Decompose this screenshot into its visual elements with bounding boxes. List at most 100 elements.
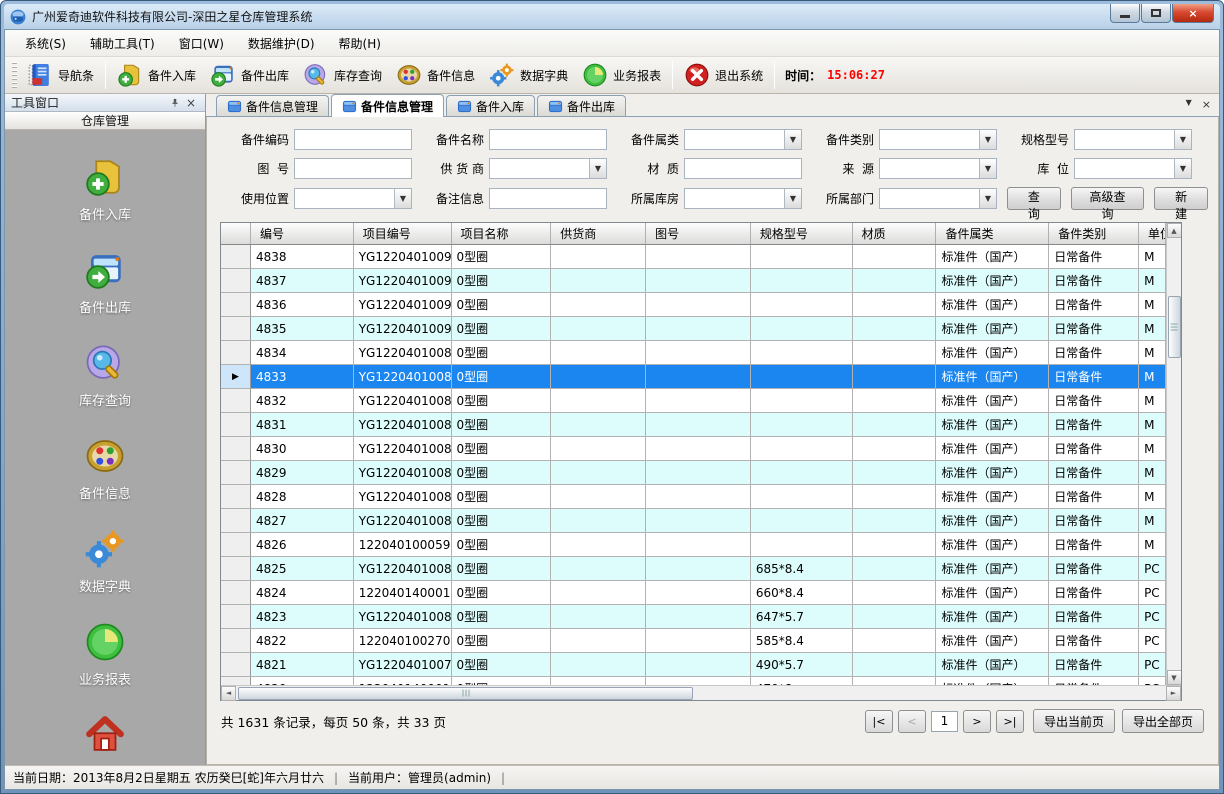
field-dropdown[interactable]: ▼	[879, 188, 997, 209]
column-header-3[interactable]: 供货商	[551, 223, 646, 244]
table-row[interactable]: 4821YG122040100790型圈490*5.7标准件（国产）日常备件PC	[221, 653, 1166, 677]
scroll-right-icon[interactable]: ►	[1166, 686, 1181, 701]
row-header-cell[interactable]	[221, 653, 251, 677]
field-dropdown[interactable]: ▼	[684, 129, 802, 150]
column-header-7[interactable]: 备件属类	[936, 223, 1049, 244]
toolbar-button-parts-outbound[interactable]: 备件出库	[203, 59, 296, 91]
field-dropdown[interactable]: ▼	[684, 188, 802, 209]
sidebar-item-report[interactable]: 业务报表	[79, 621, 131, 688]
tab-menu-chevron-down-icon[interactable]: ▼	[1186, 98, 1192, 111]
toolbar-button-stock-query[interactable]: 库存查询	[296, 59, 389, 91]
row-header-cell[interactable]	[221, 533, 251, 557]
field-dropdown[interactable]: ▼	[294, 188, 412, 209]
sidebar-item-parts-inbound[interactable]: 备件入库	[79, 156, 131, 223]
field-input[interactable]	[294, 158, 412, 179]
table-row[interactable]: 4837YG122040100920型圈标准件（国产）日常备件M	[221, 269, 1166, 293]
vertical-scroll-thumb[interactable]	[1168, 296, 1181, 358]
row-header-cell[interactable]	[221, 341, 251, 365]
tab-close-icon[interactable]: ×	[1202, 98, 1211, 111]
close-button[interactable]: ×	[1172, 4, 1214, 23]
table-row[interactable]: 4835YG122040100900型圈标准件（国产）日常备件M	[221, 317, 1166, 341]
field-dropdown[interactable]: ▼	[1074, 129, 1192, 150]
column-header-8[interactable]: 备件类别	[1049, 223, 1139, 244]
table-row[interactable]: 4836YG122040100910型圈标准件（国产）日常备件M	[221, 293, 1166, 317]
row-header-cell[interactable]	[221, 557, 251, 581]
row-header-cell[interactable]	[221, 317, 251, 341]
chevron-down-icon[interactable]: ▼	[979, 189, 996, 208]
scroll-left-icon[interactable]: ◄	[221, 686, 236, 701]
row-header-cell[interactable]	[221, 389, 251, 413]
sidebar-item-warehouse[interactable]: 库房管理	[79, 714, 131, 765]
row-header-cell[interactable]	[221, 437, 251, 461]
column-header-1[interactable]: 项目编号	[354, 223, 452, 244]
chevron-down-icon[interactable]: ▼	[979, 159, 996, 178]
table-row[interactable]: 4832YG122040100870型圈标准件（国产）日常备件M	[221, 389, 1166, 413]
row-header-cell[interactable]	[221, 245, 251, 269]
scroll-up-icon[interactable]: ▲	[1167, 223, 1182, 238]
maximize-button[interactable]	[1141, 4, 1171, 23]
query-button[interactable]: 查询	[1007, 187, 1061, 210]
table-row[interactable]: 482612204010005990型圈标准件（国产）日常备件M	[221, 533, 1166, 557]
tool-window-close-icon[interactable]: ×	[183, 95, 199, 111]
page-number-input[interactable]	[931, 711, 958, 732]
row-header-cell[interactable]	[221, 413, 251, 437]
row-header-cell[interactable]	[221, 509, 251, 533]
tab-2[interactable]: 备件入库	[446, 95, 535, 116]
table-row[interactable]: 4823YG122040100800型圈647*5.7标准件（国产）日常备件PC	[221, 605, 1166, 629]
column-header-4[interactable]: 图号	[646, 223, 751, 244]
field-dropdown[interactable]: ▼	[1074, 158, 1192, 179]
table-row[interactable]: 482212204010027000型圈585*8.4标准件（国产）日常备件PC	[221, 629, 1166, 653]
chevron-down-icon[interactable]: ▼	[979, 130, 996, 149]
export-all-pages-button[interactable]: 导出全部页	[1122, 709, 1204, 733]
toolbar-button-parts-inbound[interactable]: 备件入库	[110, 59, 203, 91]
chevron-down-icon[interactable]: ▼	[1174, 159, 1191, 178]
first-page-button[interactable]: |<	[865, 710, 893, 733]
sidebar-item-parts-outbound[interactable]: 备件出库	[79, 249, 131, 316]
menu-item-3[interactable]: 数据维护(D)	[236, 31, 327, 56]
minimize-button[interactable]	[1110, 4, 1140, 23]
field-input[interactable]	[489, 188, 607, 209]
column-header-2[interactable]: 项目名称	[452, 223, 552, 244]
column-header-5[interactable]: 规格型号	[751, 223, 853, 244]
field-input[interactable]	[684, 158, 802, 179]
row-header-cell[interactable]	[221, 629, 251, 653]
row-header-cell[interactable]	[221, 677, 251, 685]
toolbar-button-navigator[interactable]: 导航条	[20, 59, 101, 91]
table-row[interactable]: 4825YG122040100810型圈685*8.4标准件（国产）日常备件PC	[221, 557, 1166, 581]
field-input[interactable]	[489, 129, 607, 150]
column-header-0[interactable]: 编号	[251, 223, 354, 244]
field-dropdown[interactable]: ▼	[879, 158, 997, 179]
sidebar-item-data-dict[interactable]: 数据字典	[79, 528, 131, 595]
menu-item-2[interactable]: 窗口(W)	[167, 31, 236, 56]
prev-page-button[interactable]: <	[898, 710, 926, 733]
row-header-cell[interactable]	[221, 485, 251, 509]
tab-3[interactable]: 备件出库	[537, 95, 626, 116]
horizontal-scrollbar[interactable]: ◄ ►	[221, 685, 1181, 700]
next-page-button[interactable]: >	[963, 710, 991, 733]
table-row[interactable]: 482012204014000130型圈470*8标准件（国产）日常备件PC	[221, 677, 1166, 685]
chevron-down-icon[interactable]: ▼	[784, 130, 801, 149]
row-header-cell[interactable]: ▶	[221, 365, 251, 389]
last-page-button[interactable]: >|	[996, 710, 1024, 733]
menu-item-1[interactable]: 辅助工具(T)	[78, 31, 167, 56]
toolbar-button-data-dict[interactable]: 数据字典	[482, 59, 575, 91]
table-row[interactable]: 482412204014000120型圈660*8.4标准件（国产）日常备件PC	[221, 581, 1166, 605]
table-row-selected[interactable]: ▶4833YG122040100880型圈标准件（国产）日常备件M	[221, 365, 1166, 389]
chevron-down-icon[interactable]: ▼	[784, 189, 801, 208]
scroll-down-icon[interactable]: ▼	[1167, 670, 1182, 685]
toolbar-button-report[interactable]: 业务报表	[575, 59, 668, 91]
chevron-down-icon[interactable]: ▼	[1174, 130, 1191, 149]
table-row[interactable]: 4828YG122040100830型圈标准件（国产）日常备件M	[221, 485, 1166, 509]
new-button[interactable]: 新建	[1154, 187, 1208, 210]
table-row[interactable]: 4838YG122040100930型圈标准件（国产）日常备件M	[221, 245, 1166, 269]
sidebar-item-stock-query[interactable]: 库存查询	[79, 342, 131, 409]
table-row[interactable]: 4831YG122040100860型圈标准件（国产）日常备件M	[221, 413, 1166, 437]
column-header-9[interactable]: 单位	[1139, 223, 1166, 244]
chevron-down-icon[interactable]: ▼	[589, 159, 606, 178]
tab-0[interactable]: 备件信息管理	[216, 95, 329, 116]
row-header-cell[interactable]	[221, 605, 251, 629]
menu-item-4[interactable]: 帮助(H)	[327, 31, 393, 56]
table-row[interactable]: 4827YG122040100820型圈标准件（国产）日常备件M	[221, 509, 1166, 533]
row-header-cell[interactable]	[221, 269, 251, 293]
toolbar-button-parts-info[interactable]: 备件信息	[389, 59, 482, 91]
